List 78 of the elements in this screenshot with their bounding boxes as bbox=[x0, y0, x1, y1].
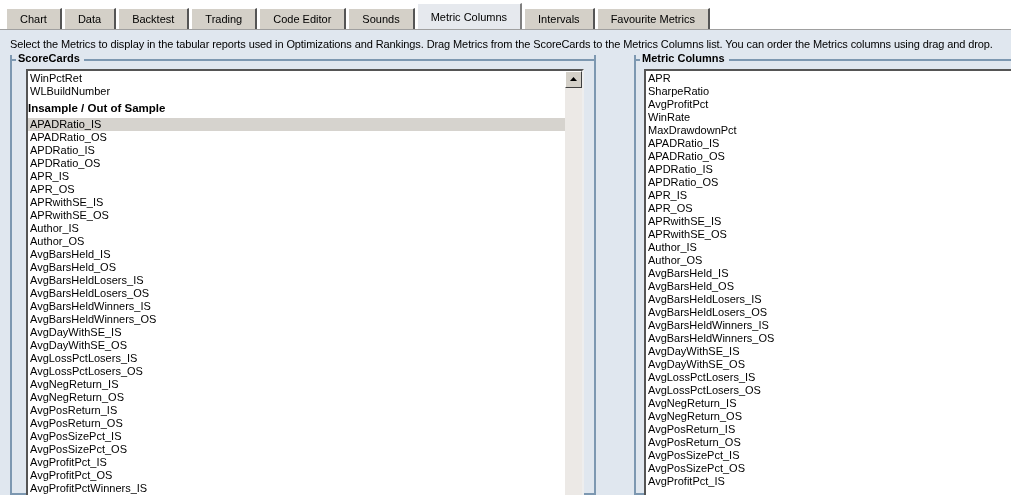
list-item[interactable]: APRwithSE_OS bbox=[28, 208, 565, 222]
list-item[interactable]: AvgBarsHeldLosers_OS bbox=[646, 305, 1011, 319]
list-item[interactable]: AvgLossPctLosers_OS bbox=[28, 364, 565, 378]
list-item[interactable]: AvgBarsHeldWinners_IS bbox=[28, 299, 565, 313]
tab[interactable]: Chart bbox=[6, 8, 62, 29]
tab[interactable]: Intervals bbox=[524, 8, 595, 29]
list-item[interactable]: WLBuildNumber bbox=[28, 84, 565, 98]
list-item[interactable]: AvgPosSizePct_OS bbox=[646, 461, 1011, 475]
tab[interactable]: Sounds bbox=[348, 8, 415, 29]
list-item[interactable]: AvgBarsHeld_OS bbox=[28, 260, 565, 274]
list-item[interactable]: AvgBarsHeldLosers_OS bbox=[28, 286, 565, 300]
list-item[interactable]: AvgNegReturn_IS bbox=[646, 396, 1011, 410]
list-item[interactable]: AvgDayWithSE_IS bbox=[646, 344, 1011, 358]
list-item[interactable]: AvgBarsHeld_OS bbox=[646, 279, 1011, 293]
list-item[interactable]: AvgPosSizePct_IS bbox=[646, 448, 1011, 462]
list-item[interactable]: AvgPosReturn_OS bbox=[646, 435, 1011, 449]
list-item[interactable]: AvgLossPctLosers_OS bbox=[646, 383, 1011, 397]
scroll-up-icon[interactable] bbox=[565, 70, 582, 88]
list-item[interactable]: AvgLossPctLosers_IS bbox=[646, 370, 1011, 384]
list-item[interactable]: APADRatio_OS bbox=[646, 149, 1011, 163]
list-item[interactable]: APADRatio_IS bbox=[28, 117, 565, 131]
list-item[interactable]: AvgBarsHeldWinners_IS bbox=[646, 318, 1011, 332]
list-item[interactable]: AvgProfitPct_IS bbox=[646, 474, 1011, 488]
list-item[interactable]: APDRatio_IS bbox=[28, 143, 565, 157]
list-item[interactable]: AvgBarsHeld_IS bbox=[646, 266, 1011, 280]
list-item[interactable]: APR_OS bbox=[646, 201, 1011, 215]
list-item[interactable]: APR_IS bbox=[28, 169, 565, 183]
list-item[interactable]: SharpeRatio bbox=[646, 84, 1011, 98]
list-item[interactable]: AvgPosSizePct_IS bbox=[28, 429, 565, 443]
list-item[interactable]: AvgPosSizePct_OS bbox=[28, 442, 565, 456]
list-item[interactable]: APDRatio_OS bbox=[28, 156, 565, 170]
list-item[interactable]: Author_IS bbox=[28, 221, 565, 235]
list-item[interactable]: AvgDayWithSE_OS bbox=[28, 338, 565, 352]
list-item[interactable]: APR_OS bbox=[28, 182, 565, 196]
list-item[interactable]: AvgBarsHeldWinners_OS bbox=[646, 331, 1011, 345]
list-item[interactable]: AvgBarsHeldLosers_IS bbox=[28, 273, 565, 287]
scrollbar[interactable] bbox=[565, 70, 582, 495]
list-item[interactable]: WinPctRet bbox=[28, 71, 565, 85]
list-item[interactable]: AvgDayWithSE_OS bbox=[646, 357, 1011, 371]
tab[interactable]: Code Editor bbox=[259, 8, 347, 29]
list-item[interactable]: APR bbox=[646, 71, 1011, 85]
tab[interactable]: Backtest bbox=[118, 8, 190, 29]
metric-columns-list[interactable] bbox=[644, 68, 1011, 495]
list-item[interactable]: AvgNegReturn_OS bbox=[646, 409, 1011, 423]
list-item[interactable]: Author_IS bbox=[646, 240, 1011, 254]
scorecards-list[interactable] bbox=[26, 68, 584, 495]
list-item[interactable]: APDRatio_IS bbox=[646, 162, 1011, 176]
list-item[interactable]: AvgLossPctLosers_IS bbox=[28, 351, 565, 365]
tab[interactable]: Metric Columns bbox=[416, 3, 523, 29]
list-item[interactable]: AvgPosReturn_OS bbox=[28, 416, 565, 430]
list-item[interactable]: APADRatio_OS bbox=[28, 130, 565, 144]
tab[interactable]: Data bbox=[63, 8, 117, 29]
list-item[interactable]: AvgPosReturn_IS bbox=[646, 422, 1011, 436]
list-item[interactable]: WinRate bbox=[646, 110, 1011, 124]
list-item[interactable]: APDRatio_OS bbox=[646, 175, 1011, 189]
group-header: Insample / Out of Sample bbox=[28, 100, 167, 116]
list-item[interactable]: APRwithSE_OS bbox=[646, 227, 1011, 241]
list-item[interactable]: AvgNegReturn_IS bbox=[28, 377, 565, 391]
list-item[interactable]: APRwithSE_IS bbox=[28, 195, 565, 209]
list-item[interactable]: AvgPosReturn_IS bbox=[28, 403, 565, 417]
list-item[interactable]: APRwithSE_IS bbox=[646, 214, 1011, 228]
list-item[interactable]: Author_OS bbox=[646, 253, 1011, 267]
list-item[interactable]: AvgBarsHeld_IS bbox=[28, 247, 565, 261]
list-item[interactable]: APR_IS bbox=[646, 188, 1011, 202]
list-item[interactable]: AvgProfitPct_IS bbox=[28, 455, 565, 469]
list-item[interactable]: Author_OS bbox=[28, 234, 565, 248]
list-item[interactable]: AvgProfitPct_OS bbox=[28, 468, 565, 482]
tab[interactable]: Favourite Metrics bbox=[596, 8, 710, 29]
tab[interactable]: Trading bbox=[191, 8, 258, 29]
instruction-text: Select the Metrics to display in the tabular reports used in Optimizations and Rankings. Drag Metrics from the ScoreCards to the Metrics Columns list. You can order the Metrics columns using drag and drop. bbox=[10, 37, 994, 52]
list-item[interactable]: AvgProfitPctWinners_IS bbox=[28, 481, 565, 495]
list-item[interactable]: AvgProfitPct bbox=[646, 97, 1011, 111]
list-item[interactable]: APADRatio_IS bbox=[646, 136, 1011, 150]
list-item[interactable]: AvgDayWithSE_IS bbox=[28, 325, 565, 339]
list-item[interactable]: AvgNegReturn_OS bbox=[28, 390, 565, 404]
list-item[interactable]: AvgBarsHeldWinners_OS bbox=[28, 312, 565, 326]
list-item[interactable]: MaxDrawdownPct bbox=[646, 123, 1011, 137]
list-item[interactable]: AvgBarsHeldLosers_IS bbox=[646, 292, 1011, 306]
